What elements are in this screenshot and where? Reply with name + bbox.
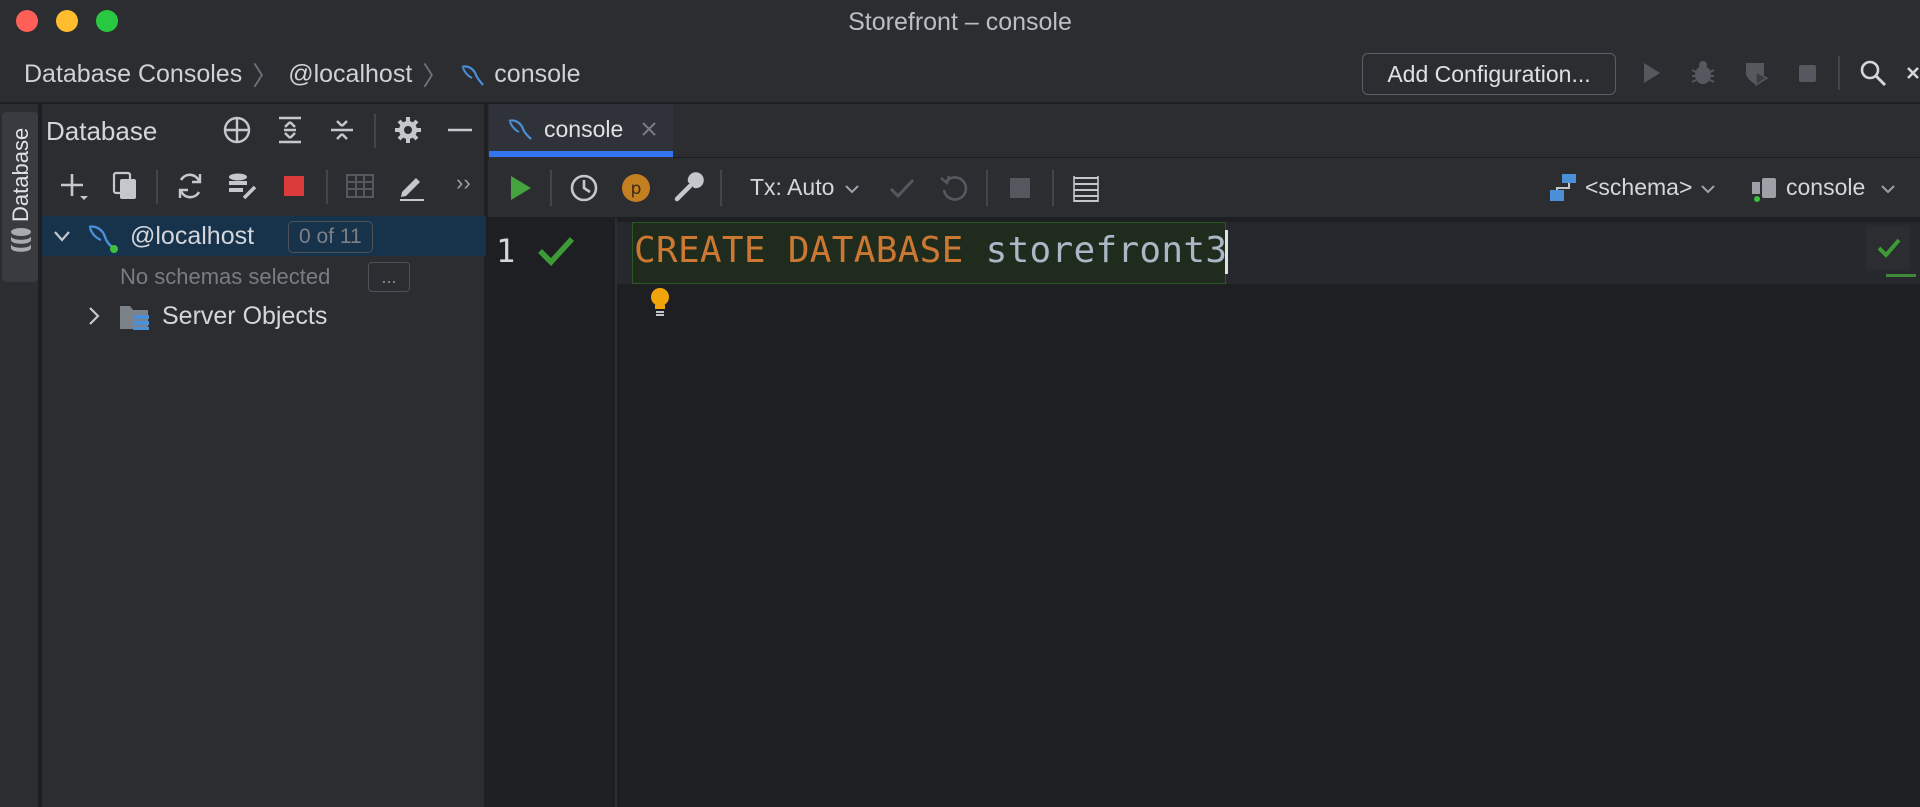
server-objects-label[interactable]: Server Objects xyxy=(162,302,327,331)
line-number: 1 xyxy=(496,232,516,270)
code-line-1[interactable]: CREATE DATABASE storefront3 xyxy=(634,230,1227,271)
crosshair-icon[interactable] xyxy=(221,114,253,146)
editor-tab-bar xyxy=(488,104,1920,158)
search-icon[interactable] xyxy=(1858,58,1888,88)
add-icon[interactable] xyxy=(58,170,90,202)
svg-text:p: p xyxy=(631,179,642,199)
database-tool-window-label[interactable]: Database xyxy=(8,128,34,222)
sql-keyword-create: CREATE xyxy=(634,230,766,271)
explain-plan-icon[interactable]: p xyxy=(620,172,652,204)
refresh-icon[interactable] xyxy=(174,170,206,202)
commit-check-icon[interactable] xyxy=(886,172,918,204)
sql-editor[interactable] xyxy=(488,218,1920,807)
breadcrumb-console[interactable]: console xyxy=(494,60,580,89)
sql-identifier: storefront3 xyxy=(985,230,1228,271)
breadcrumb-database-consoles[interactable]: Database Consoles xyxy=(24,60,242,89)
mysql-dolphin-icon xyxy=(508,119,532,140)
gear-icon[interactable] xyxy=(392,114,424,146)
chevron-down-icon[interactable] xyxy=(52,226,72,246)
schema-count-badge[interactable]: 0 of 11 xyxy=(288,221,373,253)
expand-all-icon[interactable] xyxy=(274,114,306,146)
folder-icon xyxy=(120,306,149,330)
toolbar-separator xyxy=(156,170,158,204)
connection-label[interactable]: @localhost xyxy=(130,222,254,251)
rollback-icon[interactable] xyxy=(938,172,970,204)
session-selector[interactable]: console xyxy=(1786,174,1865,201)
window-title: Storefront – console xyxy=(848,8,1072,36)
close-icon[interactable] xyxy=(640,120,658,138)
schema-selector[interactable]: <schema> xyxy=(1585,174,1692,201)
toolbar-separator xyxy=(1838,56,1840,90)
text-caret xyxy=(1225,230,1228,274)
no-schemas-text: No schemas selected xyxy=(120,264,331,289)
data-source-properties-icon[interactable] xyxy=(226,170,258,202)
chevron-down-icon[interactable] xyxy=(1880,182,1896,196)
execution-success-check-icon xyxy=(538,237,575,266)
breadcrumb-separator: 〉 xyxy=(252,61,279,91)
session-icon xyxy=(1752,178,1776,202)
scrollbar-marker xyxy=(1886,274,1916,277)
toolbar-separator xyxy=(1052,170,1054,206)
chevron-down-icon[interactable] xyxy=(1700,182,1716,196)
inspection-ok-check-icon[interactable] xyxy=(1876,236,1902,260)
toolbar-separator xyxy=(720,170,722,206)
chevron-right-icon[interactable] xyxy=(84,304,104,328)
disconnect-icon[interactable] xyxy=(278,170,310,202)
tab-console-label[interactable]: console xyxy=(544,116,623,143)
debug-icon[interactable] xyxy=(1688,58,1718,88)
execute-icon[interactable] xyxy=(504,172,536,204)
gutter-divider xyxy=(615,218,617,807)
wrench-icon[interactable] xyxy=(672,172,704,204)
toolbar-separator xyxy=(326,170,328,204)
stop-icon[interactable] xyxy=(1792,58,1822,88)
toolbar-separator xyxy=(374,114,376,148)
breadcrumb: Database Consoles 〉 @localhost 〉 console xyxy=(24,56,580,93)
transaction-mode-selector[interactable]: Tx: Auto xyxy=(750,174,834,201)
chevron-down-icon[interactable] xyxy=(844,182,860,196)
choose-schemas-button[interactable]: ... xyxy=(368,262,410,292)
sql-keyword-database: DATABASE xyxy=(787,230,964,271)
add-configuration-button[interactable]: Add Configuration... xyxy=(1362,53,1616,95)
run-icon[interactable] xyxy=(1636,58,1666,88)
mysql-dolphin-icon xyxy=(88,225,118,253)
edit-icon[interactable] xyxy=(396,170,428,202)
history-clock-icon[interactable] xyxy=(568,172,600,204)
schema-icon xyxy=(1550,174,1576,201)
title-bar: Storefront – console xyxy=(0,0,1920,42)
database-panel xyxy=(42,104,486,807)
active-tab-indicator xyxy=(489,151,673,157)
breadcrumb-localhost[interactable]: @localhost xyxy=(288,60,412,89)
breadcrumb-separator: 〉 xyxy=(422,61,449,91)
toolbar-separator xyxy=(986,170,988,206)
minimize-icon[interactable] xyxy=(444,114,476,146)
database-panel-title: Database xyxy=(46,116,158,146)
toolbar-separator xyxy=(550,170,552,206)
navigation-bar: Database Consoles 〉 @localhost 〉 console… xyxy=(0,42,1920,104)
coverage-icon[interactable] xyxy=(1740,58,1770,88)
output-table-icon[interactable] xyxy=(1070,172,1102,204)
mysql-dolphin-icon xyxy=(461,64,485,86)
duplicate-icon[interactable] xyxy=(110,170,142,202)
settings-icon[interactable] xyxy=(1906,58,1920,88)
table-editor-icon[interactable] xyxy=(344,170,376,202)
more-actions-chevron-icon[interactable]: ›› xyxy=(456,170,471,196)
cancel-query-icon[interactable] xyxy=(1004,172,1036,204)
lightbulb-icon[interactable] xyxy=(648,286,672,318)
database-icon[interactable] xyxy=(8,226,34,256)
collapse-all-icon[interactable] xyxy=(326,114,358,146)
